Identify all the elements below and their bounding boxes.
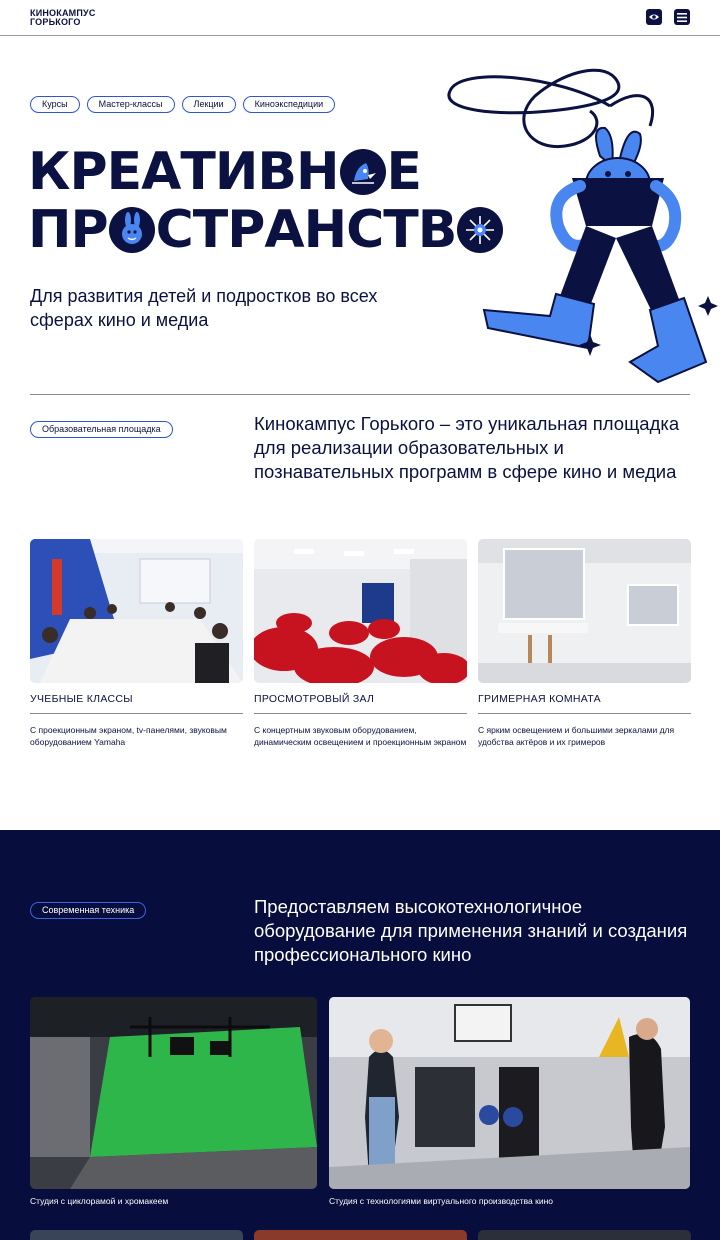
card-title: ГРИМЕРНАЯ КОМНАТА	[478, 693, 691, 714]
tech-pill: Современная техника	[30, 902, 147, 919]
card-makeup-room[interactable]: ГРИМЕРНАЯ КОМНАТА С ярким освещением и б…	[478, 539, 691, 748]
rabbit-badge-icon	[108, 207, 155, 253]
card-title: УЧЕБНЫЕ КЛАССЫ	[30, 693, 243, 714]
tech-section: Современная техника Предоставляем высоко…	[0, 830, 720, 1240]
virtual-production-studio-photo[interactable]	[329, 997, 690, 1189]
hero-title-line-2: ПР СТРАНСТВ	[28, 204, 504, 256]
menu-button[interactable]	[674, 9, 690, 25]
mascot-illustration	[447, 68, 718, 384]
eye-icon	[649, 14, 659, 20]
chromakey-studio-photo[interactable]	[30, 997, 317, 1189]
card-title: ПРОСМОТРОВЫЙ ЗАЛ	[254, 693, 467, 714]
photo-caption: Студия с технологиями виртуального произ…	[329, 1196, 554, 1206]
hero-title-part: СТРАНСТВ	[155, 200, 458, 260]
tag-lectures[interactable]: Лекции	[181, 96, 236, 113]
next-photo-strip	[478, 1230, 691, 1240]
classroom-photo	[30, 539, 243, 683]
card-description: С проекционным экраном, tv-панелями, зву…	[30, 725, 227, 747]
menu-icon	[677, 12, 687, 22]
intro-text: Кинокампус Горького – это уникальная пло…	[254, 413, 680, 482]
bird-badge-icon	[339, 149, 386, 195]
card-classrooms[interactable]: УЧЕБНЫЕ КЛАССЫ С проекционным экраном, t…	[30, 539, 243, 748]
tag-masterclasses[interactable]: Мастер-классы	[86, 96, 175, 113]
site-logo[interactable]: КИНОКАМПУС ГОРЬКОГО	[30, 9, 96, 27]
intro-pill: Образовательная площадка	[30, 421, 173, 438]
card-screening-hall[interactable]: ПРОСМОТРОВЫЙ ЗАЛ С концертным звуковым о…	[254, 539, 467, 748]
hero-title-line-1: КРЕАТИВН Е	[28, 142, 423, 202]
accessibility-button[interactable]	[646, 9, 662, 25]
tag-expeditions[interactable]: Киноэкспедиции	[242, 96, 336, 113]
photo-caption: Студия с циклорамой и хромакеем	[30, 1196, 169, 1206]
next-photo-strip	[254, 1230, 467, 1240]
hero-title-part: КРЕАТИВН	[28, 142, 340, 202]
screening-hall-photo	[254, 539, 467, 683]
site-header: КИНОКАМПУС ГОРЬКОГО	[0, 0, 720, 36]
card-description: С концертным звуковым оборудованием, дин…	[254, 725, 467, 747]
hero-subtitle: Для развития детей и подростков во всех …	[30, 286, 378, 330]
tech-text: Предоставляем высокотехнологичное оборуд…	[254, 896, 688, 965]
card-description: С ярким освещением и большими зеркалами …	[478, 725, 675, 747]
hero-title-part: ПР	[28, 200, 109, 260]
hero-title-part: Е	[386, 142, 423, 202]
tag-courses[interactable]: Курсы	[30, 96, 80, 113]
hero-tags: Курсы Мастер-классы Лекции Киноэкспедици…	[30, 96, 336, 113]
makeup-room-photo	[478, 539, 691, 683]
section-divider	[30, 394, 690, 395]
logo-line-2: ГОРЬКОГО	[30, 17, 81, 27]
next-photo-strip	[30, 1230, 243, 1240]
